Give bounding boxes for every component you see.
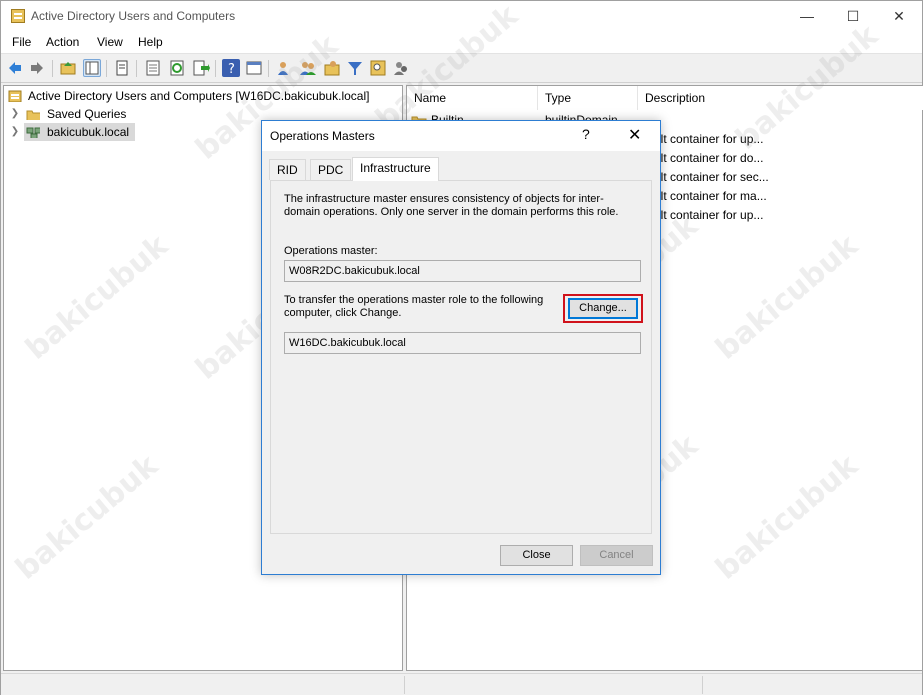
forward-icon[interactable] <box>28 59 46 77</box>
toolbar-separator <box>52 60 53 77</box>
find-icon[interactable] <box>369 59 387 77</box>
back-icon[interactable] <box>6 59 24 77</box>
column-header-name[interactable]: Name <box>407 86 538 110</box>
list-item-description: fault container for ma... <box>644 189 767 203</box>
aduc-root-icon <box>8 90 22 102</box>
aduc-app-icon <box>11 9 25 23</box>
change-button[interactable]: Change... <box>568 298 638 319</box>
toolbar-separator <box>268 60 269 77</box>
window-title: Active Directory Users and Computers <box>31 9 236 23</box>
title-bar: Active Directory Users and Computers — ☐… <box>1 1 922 32</box>
chevron-right-icon[interactable]: ❯ <box>10 105 20 123</box>
toolbar: ? <box>1 55 922 83</box>
change-button-highlight: Change... <box>563 294 643 323</box>
toolbar-separator <box>106 60 107 77</box>
up-folder-icon[interactable] <box>59 59 77 77</box>
status-segment <box>702 676 922 694</box>
list-icon[interactable] <box>144 59 162 77</box>
column-header-description[interactable]: Description <box>638 86 923 110</box>
operations-master-label: Operations master: <box>284 245 378 257</box>
status-bar <box>1 673 922 695</box>
domain-icon <box>26 127 40 138</box>
toolbar-separator <box>136 60 137 77</box>
dialog-title-bar: Operations Masters ? ✕ <box>262 121 660 151</box>
menu-file[interactable]: File <box>12 35 31 49</box>
menu-view[interactable]: View <box>97 35 123 49</box>
dialog-title: Operations Masters <box>270 129 375 143</box>
export-icon[interactable] <box>192 59 210 77</box>
close-window-icon[interactable]: ✕ <box>876 1 922 32</box>
cancel-button[interactable]: Cancel <box>580 545 653 566</box>
add-user-icon[interactable] <box>275 59 293 77</box>
list-item-description: fault container for up... <box>644 208 764 222</box>
role-description: The infrastructure master ensures consis… <box>284 193 619 218</box>
tab-pdc[interactable]: PDC <box>310 159 352 180</box>
folder-icon <box>26 110 40 120</box>
menu-help[interactable]: Help <box>138 35 163 49</box>
help-icon[interactable]: ? <box>582 126 590 142</box>
tree-item-label: Saved Queries <box>47 107 127 121</box>
close-button[interactable]: Close <box>500 545 573 566</box>
view-icon[interactable] <box>245 59 263 77</box>
delegate-icon[interactable] <box>392 59 410 77</box>
infrastructure-tab-panel: The infrastructure master ensures consis… <box>270 180 652 534</box>
menu-action[interactable]: Action <box>46 35 79 49</box>
tab-rid[interactable]: RID <box>269 159 306 180</box>
toolbar-separator <box>215 60 216 77</box>
operations-master-field: W08R2DC.bakicubuk.local <box>284 260 641 282</box>
chevron-right-icon[interactable]: ❯ <box>10 123 20 141</box>
refresh-icon[interactable] <box>168 59 186 77</box>
show-tree-icon[interactable] <box>83 59 101 77</box>
tree-item-label: bakicubuk.local <box>47 125 130 139</box>
target-computer-field: W16DC.bakicubuk.local <box>284 332 641 354</box>
list-item-description: fault container for sec... <box>644 170 769 184</box>
tree-root-label: Active Directory Users and Computers [W1… <box>28 89 370 103</box>
tab-infrastructure[interactable]: Infrastructure <box>352 157 439 181</box>
properties-icon[interactable] <box>113 59 131 77</box>
svg-text:?: ? <box>228 62 235 77</box>
minimize-icon[interactable]: — <box>784 1 830 32</box>
tree-root[interactable]: Active Directory Users and Computers [W1… <box>4 87 402 105</box>
add-group-icon[interactable] <box>299 59 317 77</box>
transfer-instructions: To transfer the operations master role t… <box>284 294 544 319</box>
close-icon[interactable]: ✕ <box>628 125 641 145</box>
column-header-type[interactable]: Type <box>538 86 638 110</box>
add-ou-icon[interactable] <box>323 59 341 77</box>
filter-icon[interactable] <box>346 59 364 77</box>
menu-bar: File Action View Help <box>1 32 922 54</box>
help-icon[interactable]: ? <box>222 59 240 77</box>
list-item-description: fault container for do... <box>644 151 764 165</box>
operations-masters-dialog: Operations Masters ? ✕ RID PDC Infrastru… <box>261 120 661 575</box>
maximize-icon[interactable]: ☐ <box>830 1 876 32</box>
list-item-description: fault container for up... <box>644 132 764 146</box>
status-segment <box>404 676 702 694</box>
